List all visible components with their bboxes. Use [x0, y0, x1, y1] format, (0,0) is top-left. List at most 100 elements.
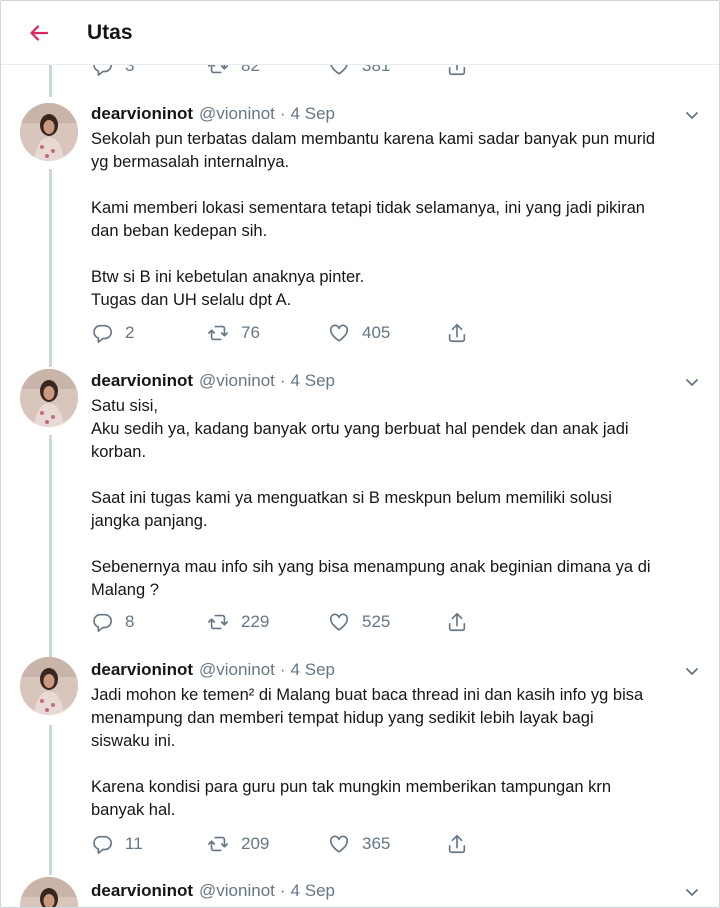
tweet-line: yg bermasalah internalnya. — [91, 153, 290, 171]
share-icon — [448, 323, 466, 343]
like-button[interactable]: 525 — [328, 611, 390, 633]
retweet-button[interactable]: 209 — [207, 833, 269, 855]
tweet-date[interactable]: 4 Sep — [291, 881, 335, 901]
tweet-header: dearvioninot @vioninot · 4 Sep — [91, 659, 335, 681]
retweet-icon — [208, 614, 228, 630]
profile-photo-icon — [20, 877, 78, 907]
retweet-button[interactable]: 229 — [207, 611, 269, 633]
retweet-icon — [208, 325, 228, 341]
profile-photo-icon — [20, 657, 78, 715]
tweet-text: Jadi mohon ke temen² di Malang buat baca… — [91, 684, 706, 822]
arrow-left-icon — [30, 25, 49, 41]
display-name[interactable]: dearvioninot — [91, 371, 193, 391]
retweet-count: 209 — [241, 834, 270, 853]
chevron-down-icon — [686, 668, 698, 675]
tweet-header: dearvioninot @vioninot · 4 Sep — [91, 370, 335, 392]
reply-count: 11 — [125, 834, 143, 853]
share-button[interactable] — [446, 322, 468, 344]
share-button[interactable] — [446, 833, 468, 855]
tweet-line: Karena kondisi para guru pun tak mungkin… — [91, 778, 612, 796]
chevron-down-icon — [686, 379, 698, 386]
share-icon — [448, 834, 466, 854]
tweet-line: Btw si B ini kebetulan anaknya pinter. — [91, 268, 365, 286]
profile-photo-icon — [20, 103, 78, 161]
tweet-menu-button[interactable] — [681, 104, 703, 126]
like-count: 525 — [362, 612, 391, 631]
profile-photo-icon — [20, 369, 78, 427]
avatar[interactable] — [20, 657, 78, 715]
tweet-line: Kami memberi lokasi sementara tetapi tid… — [91, 199, 645, 217]
tweet-line — [91, 464, 706, 487]
retweet-button[interactable]: 76 — [207, 322, 260, 344]
tweet-menu-button[interactable] — [681, 881, 703, 903]
user-handle[interactable]: @vioninot — [199, 660, 275, 680]
tweet-line: Tugas dan UH selalu dpt A. — [91, 291, 292, 309]
like-count: 365 — [362, 834, 391, 853]
tweet-line: Saat ini tugas kami ya menguatkan si B m… — [91, 489, 612, 507]
tweet-line: banyak hal. — [91, 801, 176, 819]
tweet-line: Sekolah pun terbatas dalam membantu kare… — [91, 130, 656, 148]
reply-button[interactable]: 11 — [91, 833, 143, 855]
reply-icon — [93, 324, 112, 343]
tweet[interactable]: dearvioninot @vioninot · 4 Sep — [1, 875, 719, 907]
user-handle[interactable]: @vioninot — [199, 881, 275, 901]
tweet-line: Malang ? — [91, 581, 159, 599]
user-handle[interactable]: @vioninot — [199, 371, 275, 391]
separator-dot: · — [279, 371, 286, 390]
tweet[interactable]: dearvioninot @vioninot · 4 Sep Sekolah p… — [1, 65, 719, 365]
share-icon — [448, 612, 466, 632]
back-button[interactable] — [21, 15, 57, 51]
reply-icon — [93, 835, 112, 854]
display-name[interactable]: dearvioninot — [91, 881, 193, 901]
chevron-down-icon — [686, 112, 698, 119]
separator-dot: · — [279, 660, 286, 679]
tweet-line: Sebenernya mau info sih yang bisa menamp… — [91, 558, 651, 576]
reply-button[interactable]: 2 — [91, 322, 134, 344]
display-name[interactable]: dearvioninot — [91, 660, 193, 680]
tweet-line — [91, 533, 706, 556]
separator-dot: · — [279, 881, 286, 900]
like-button[interactable]: 405 — [328, 322, 390, 344]
display-name[interactable]: dearvioninot — [91, 104, 193, 124]
share-button[interactable] — [446, 611, 468, 633]
tweet[interactable]: dearvioninot @vioninot · 4 Sep Jadi moho… — [1, 655, 719, 875]
tweet-text: Satu sisi, Aku sedih ya, kadang banyak o… — [91, 395, 706, 602]
avatar[interactable] — [20, 369, 78, 427]
like-button[interactable]: 365 — [328, 833, 390, 855]
tweet-line: siswaku ini. — [91, 732, 176, 750]
tweet[interactable]: dearvioninot @vioninot · 4 Sep Satu sisi… — [1, 365, 719, 655]
heart-icon — [329, 835, 349, 853]
app-frame: Utas 3 82 381 dearvioninot @vioninot · 4… — [0, 0, 720, 908]
reply-count: 8 — [125, 612, 135, 631]
user-handle[interactable]: @vioninot — [199, 104, 275, 124]
reply-button[interactable]: 8 — [91, 611, 134, 633]
tweet-date[interactable]: 4 Sep — [291, 104, 335, 124]
tweet-line: menampung dan memberi tempat hidup yang … — [91, 709, 594, 727]
tweet-date[interactable]: 4 Sep — [291, 660, 335, 680]
heart-icon — [329, 613, 349, 631]
reply-icon — [93, 613, 112, 632]
tweet-line: Jadi mohon ke temen² di Malang buat baca… — [91, 686, 644, 704]
avatar[interactable] — [20, 103, 78, 161]
tweet-line: dan beban kedepan sih. — [91, 222, 268, 240]
retweet-icon — [208, 836, 228, 852]
like-count: 405 — [362, 323, 391, 342]
tweet-header: dearvioninot @vioninot · 4 Sep — [91, 103, 335, 125]
chevron-down-icon — [686, 889, 698, 896]
tweet-line: Satu sisi, — [91, 397, 158, 415]
retweet-count: 229 — [241, 612, 270, 631]
thread-feed[interactable]: 3 82 381 dearvioninot @vioninot · 4 Sep … — [1, 65, 719, 907]
reply-count: 2 — [125, 323, 135, 342]
tweet-menu-button[interactable] — [681, 660, 703, 682]
tweet-header: dearvioninot @vioninot · 4 Sep — [91, 880, 335, 902]
tweet-text: Sekolah pun terbatas dalam membantu kare… — [91, 128, 706, 312]
heart-icon — [329, 324, 349, 342]
tweet-date[interactable]: 4 Sep — [291, 371, 335, 391]
tweet-menu-button[interactable] — [681, 371, 703, 393]
tweet-line — [91, 753, 706, 776]
tweet-line — [91, 174, 706, 197]
avatar[interactable] — [20, 877, 78, 907]
page-title: Utas — [87, 21, 133, 44]
separator-dot: · — [279, 104, 286, 123]
retweet-count: 76 — [241, 323, 260, 342]
